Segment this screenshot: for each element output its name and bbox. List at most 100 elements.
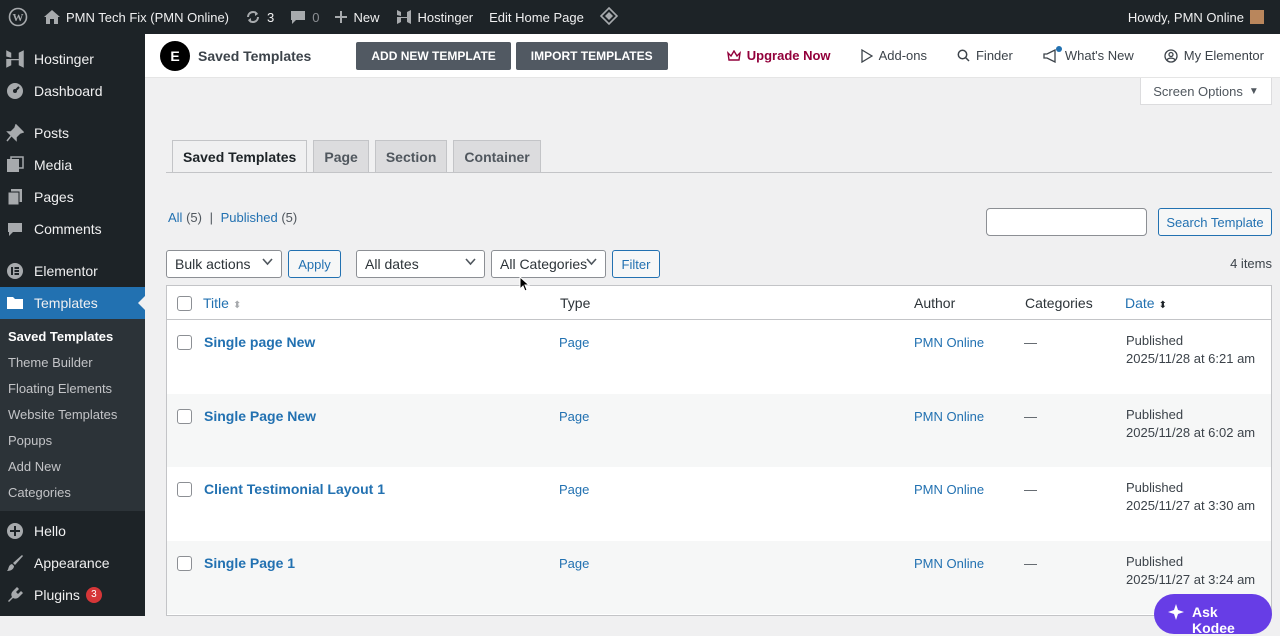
- template-author-link[interactable]: PMN Online: [914, 482, 984, 497]
- submenu-website-templates[interactable]: Website Templates: [0, 401, 145, 427]
- import-templates-button[interactable]: IMPORT TEMPLATES: [515, 41, 668, 70]
- sidebar-item-pages[interactable]: Pages: [0, 181, 145, 213]
- crown-icon: [726, 49, 741, 62]
- plus-icon: [335, 11, 348, 23]
- add-new-template-button[interactable]: ADD NEW TEMPLATE: [356, 41, 511, 70]
- table-row: Client Testimonial Layout 1 Page PMN Onl…: [167, 467, 1271, 541]
- updates-count: 3: [267, 9, 275, 25]
- view-separator: |: [209, 210, 213, 225]
- sidebar-item-label: Hello: [34, 523, 66, 539]
- tab-page[interactable]: Page: [313, 140, 369, 173]
- template-title-link[interactable]: Single Page 1: [204, 555, 295, 571]
- items-count: 4 items: [1230, 256, 1272, 271]
- site-name-link[interactable]: PMN Tech Fix (PMN Online): [36, 0, 237, 34]
- sidebar-item-elementor[interactable]: Elementor: [0, 255, 145, 287]
- ask-kodee-button[interactable]: Ask Kodee: [1154, 594, 1272, 636]
- row-checkbox[interactable]: [177, 335, 192, 350]
- submenu-categories[interactable]: Categories: [0, 479, 145, 505]
- sidebar-item-media[interactable]: Media: [0, 149, 145, 181]
- date-column-header[interactable]: Date ⬍: [1125, 295, 1167, 311]
- bulk-actions-select[interactable]: Bulk actions: [166, 250, 282, 278]
- new-label: New: [353, 9, 380, 25]
- site-name: PMN Tech Fix (PMN Online): [66, 9, 230, 25]
- table-row: Single page New Page PMN Online — Publis…: [167, 320, 1271, 394]
- template-author-link[interactable]: PMN Online: [914, 409, 984, 424]
- svg-text:W: W: [13, 12, 24, 24]
- dates-value: All dates: [365, 256, 419, 272]
- view-published-count: (5): [281, 210, 298, 225]
- hostinger-link[interactable]: Hostinger: [388, 0, 482, 34]
- wordpress-logo[interactable]: W: [0, 0, 36, 34]
- tab-container[interactable]: Container: [453, 140, 541, 173]
- sidebar-item-dashboard[interactable]: Dashboard: [0, 75, 145, 107]
- updates-link[interactable]: 3: [237, 0, 282, 34]
- avatar: [1250, 10, 1264, 24]
- templates-table: Title ⬍ Type Author Categories Date ⬍ Sing…: [166, 285, 1272, 616]
- comments-count: 0: [312, 9, 320, 25]
- template-date-value: 2025/11/27 at 3:30 am: [1126, 498, 1256, 513]
- finder-label: Finder: [975, 48, 1013, 63]
- view-all-count: (5): [186, 210, 202, 225]
- sidebar-item-label: Elementor: [34, 263, 98, 279]
- select-all-checkbox[interactable]: [177, 296, 192, 311]
- finder-link[interactable]: Finder: [957, 48, 1013, 63]
- view-published-link[interactable]: Published: [221, 210, 278, 225]
- template-title-link[interactable]: Client Testimonial Layout 1: [204, 481, 385, 497]
- submenu-floating-elements[interactable]: Floating Elements: [0, 375, 145, 401]
- search-template-button[interactable]: Search Template: [1158, 208, 1272, 236]
- sidebar-item-label: Comments: [34, 221, 102, 237]
- tab-section[interactable]: Section: [374, 140, 448, 173]
- my-elementor-link[interactable]: My Elementor: [1164, 48, 1264, 63]
- row-checkbox[interactable]: [177, 482, 192, 497]
- apply-button[interactable]: Apply: [288, 250, 341, 278]
- screen-options-button[interactable]: Screen Options ▼: [1140, 78, 1272, 105]
- row-checkbox[interactable]: [177, 408, 192, 424]
- sidebar-item-hostinger[interactable]: Hostinger: [0, 43, 145, 75]
- row-checkbox[interactable]: [177, 555, 192, 571]
- sidebar-item-appearance[interactable]: Appearance: [0, 547, 145, 579]
- template-type-link[interactable]: Page: [559, 409, 589, 424]
- view-all-link[interactable]: All: [168, 210, 182, 225]
- search-input[interactable]: [986, 208, 1147, 236]
- template-date: Published 2025/11/27 at 3:24 am: [1126, 553, 1255, 589]
- submenu-add-new[interactable]: Add New: [0, 453, 145, 479]
- tab-saved-templates[interactable]: Saved Templates: [172, 140, 308, 173]
- addons-link[interactable]: Add-ons: [860, 48, 927, 63]
- sidebar-item-hello[interactable]: Hello: [0, 515, 145, 547]
- dashboard-icon: [4, 82, 26, 100]
- title-column-header[interactable]: Title ⬍: [203, 295, 241, 311]
- sidebar-item-label: Dashboard: [34, 83, 103, 99]
- sidebar-item-comments[interactable]: Comments: [0, 213, 145, 245]
- template-author-link[interactable]: PMN Online: [914, 556, 984, 571]
- pages-icon: [4, 188, 26, 206]
- addons-label: Add-ons: [878, 48, 927, 63]
- submenu-popups[interactable]: Popups: [0, 427, 145, 453]
- sidebar-item-posts[interactable]: Posts: [0, 117, 145, 149]
- seo-diamond-link[interactable]: [592, 0, 626, 34]
- comments-icon: [4, 222, 26, 237]
- whats-new-link[interactable]: What's New: [1043, 45, 1134, 63]
- my-account[interactable]: Howdy, PMN Online: [1128, 10, 1280, 25]
- template-author-link[interactable]: PMN Online: [914, 335, 984, 350]
- sidebar-item-plugins[interactable]: Plugins 3: [0, 579, 145, 611]
- sidebar-item-templates[interactable]: Templates: [0, 287, 145, 319]
- template-type-link[interactable]: Page: [559, 556, 589, 571]
- upgrade-now-label: Upgrade Now: [746, 48, 831, 63]
- megaphone-icon: [1043, 45, 1062, 63]
- categories-select[interactable]: All Categories: [491, 250, 606, 278]
- comments-link[interactable]: 0: [282, 0, 327, 34]
- filter-button[interactable]: Filter: [612, 250, 660, 278]
- upgrade-now-link[interactable]: Upgrade Now: [726, 48, 831, 63]
- submenu-theme-builder[interactable]: Theme Builder: [0, 349, 145, 375]
- kodee-sparkle-icon: [1168, 604, 1184, 623]
- sidebar-item-label: Plugins: [34, 587, 80, 603]
- submenu-saved-templates[interactable]: Saved Templates: [0, 323, 145, 349]
- template-type-link[interactable]: Page: [559, 482, 589, 497]
- elementor-logo: E: [160, 40, 190, 71]
- dates-select[interactable]: All dates: [356, 250, 485, 278]
- edit-page-link[interactable]: Edit Home Page: [481, 0, 592, 34]
- new-content-link[interactable]: New: [327, 0, 387, 34]
- template-type-link[interactable]: Page: [559, 335, 589, 350]
- template-title-link[interactable]: Single Page New: [204, 408, 316, 424]
- template-title-link[interactable]: Single page New: [204, 334, 315, 350]
